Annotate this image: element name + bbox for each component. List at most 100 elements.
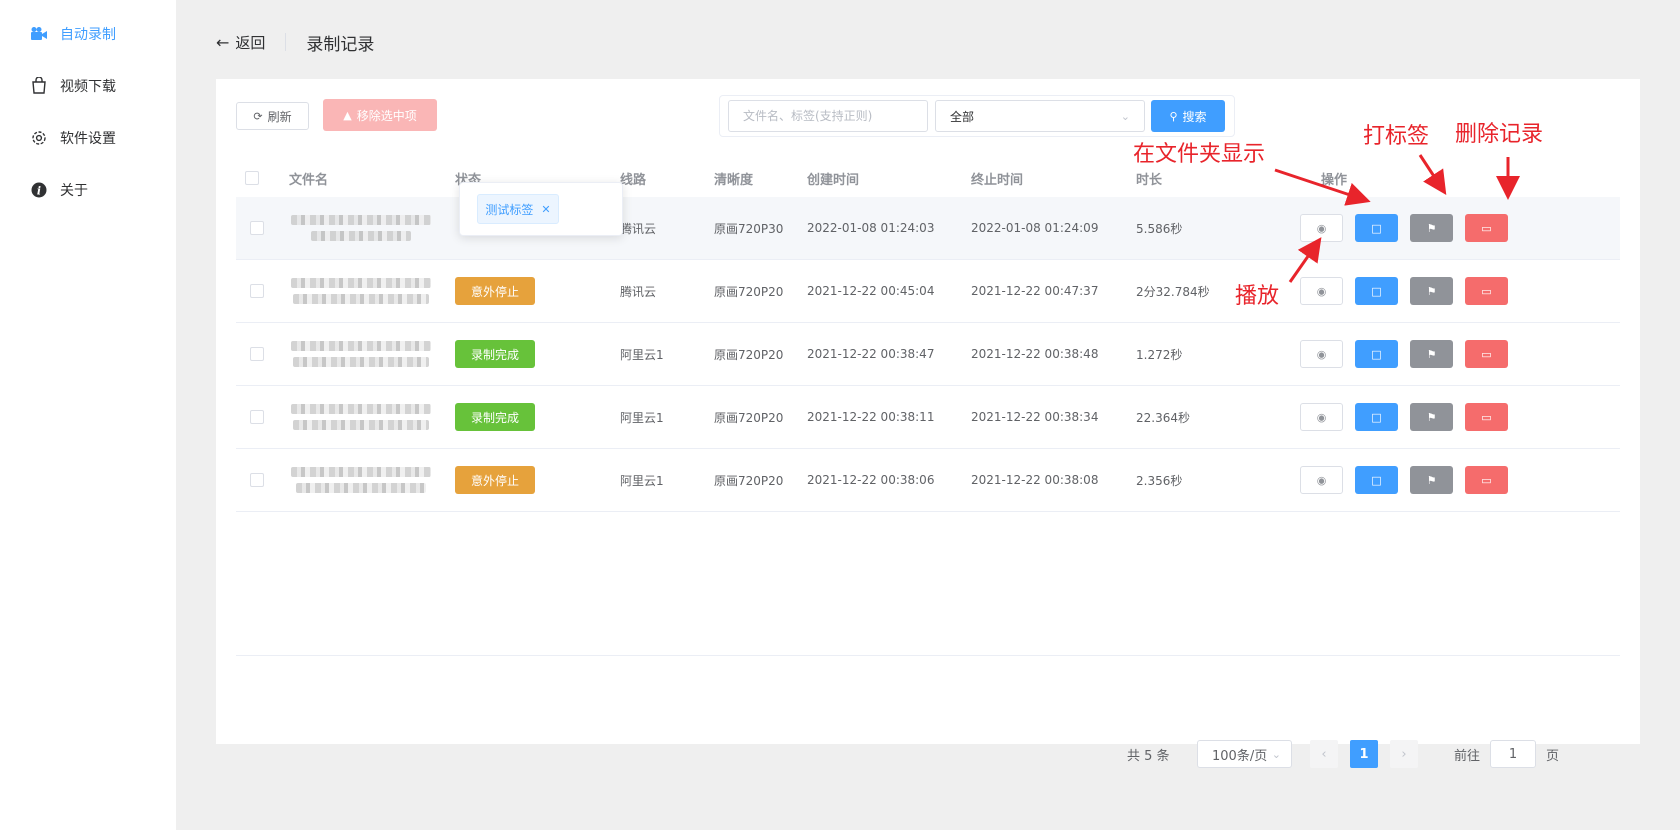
page-size-value: 100条/页 bbox=[1212, 748, 1268, 764]
back-label: 返回 bbox=[235, 33, 266, 52]
play-button[interactable]: ◉ bbox=[1300, 403, 1343, 431]
back-button[interactable]: ← 返回 bbox=[216, 32, 265, 53]
tag-button[interactable]: ⚑ bbox=[1410, 277, 1453, 305]
page-number-button[interactable]: 1 bbox=[1350, 740, 1378, 768]
annotation-tag: 打标签 bbox=[1363, 124, 1430, 149]
row-checkbox[interactable] bbox=[250, 410, 264, 424]
search-label: 搜索 bbox=[1182, 109, 1207, 124]
file-name-blurred bbox=[291, 197, 431, 259]
route-cell: 阿里云1 bbox=[620, 473, 664, 488]
tag-chip[interactable]: 测试标签 ✕ bbox=[477, 194, 559, 224]
flag-icon: ⚑ bbox=[1426, 284, 1437, 298]
play-button[interactable]: ◉ bbox=[1300, 466, 1343, 494]
chevron-down-icon: ⌄ bbox=[1120, 109, 1130, 123]
records-card: ⟳ 刷新 ▲ 移除选中项 全部 ⌄ ⚲ 搜索 文件名 状态 线路 清晰度 创建时… bbox=[216, 79, 1640, 744]
prev-page-button[interactable]: ‹ bbox=[1310, 740, 1338, 768]
flag-icon: ⚑ bbox=[1426, 347, 1437, 361]
flag-icon: ⚑ bbox=[1426, 410, 1437, 424]
table-row[interactable]: 录制完成 阿里云1 原画720P20 2021-12-22 00:38:47 2… bbox=[236, 323, 1620, 386]
tag-button[interactable]: ⚑ bbox=[1410, 403, 1453, 431]
show-in-folder-button[interactable]: □ bbox=[1355, 340, 1398, 368]
row-actions: ◉ □ ⚑ ▭ bbox=[1300, 323, 1508, 385]
table-row[interactable]: 录制完成 阿里云1 原画720P20 2021-12-22 00:38:11 2… bbox=[236, 386, 1620, 449]
refresh-button[interactable]: ⟳ 刷新 bbox=[236, 102, 309, 130]
goto-label: 前往 bbox=[1454, 748, 1481, 764]
ended-cell: 2021-12-22 00:38:48 bbox=[971, 347, 1099, 361]
close-icon[interactable]: ✕ bbox=[541, 203, 550, 216]
sidebar-item-video-download[interactable]: 视频下载 bbox=[30, 74, 116, 98]
route-cell: 阿里云1 bbox=[620, 347, 664, 362]
row-checkbox[interactable] bbox=[250, 221, 264, 235]
quality-cell: 原画720P20 bbox=[714, 347, 784, 362]
flag-icon: ⚑ bbox=[1426, 221, 1437, 235]
page-unit-label: 页 bbox=[1546, 748, 1560, 764]
file-name-blurred bbox=[291, 386, 431, 448]
pagination-total: 共 5 条 bbox=[1127, 748, 1170, 764]
eye-icon: ◉ bbox=[1316, 473, 1327, 487]
delete-button[interactable]: ▭ bbox=[1465, 403, 1508, 431]
play-button[interactable]: ◉ bbox=[1300, 214, 1343, 242]
goto-page-input[interactable] bbox=[1490, 740, 1536, 768]
chevron-right-icon: › bbox=[1401, 746, 1407, 762]
pagination: 共 5 条 100条/页 ⌄ ‹ 1 › 前往 页 bbox=[176, 740, 1680, 768]
show-in-folder-button[interactable]: □ bbox=[1355, 277, 1398, 305]
eye-icon: ◉ bbox=[1316, 221, 1327, 235]
tag-button[interactable]: ⚑ bbox=[1410, 340, 1453, 368]
created-cell: 2022-01-08 01:24:03 bbox=[807, 221, 935, 235]
refresh-label: 刷新 bbox=[267, 109, 292, 124]
status-filter-select[interactable]: 全部 ⌄ bbox=[935, 100, 1145, 132]
camera-icon bbox=[30, 25, 48, 43]
trash-icon: ▭ bbox=[1481, 284, 1492, 298]
show-in-folder-button[interactable]: □ bbox=[1355, 466, 1398, 494]
tag-button[interactable]: ⚑ bbox=[1410, 466, 1453, 494]
annotation-show-in-folder: 在文件夹显示 bbox=[1133, 142, 1266, 167]
remove-selected-button[interactable]: ▲ 移除选中项 bbox=[323, 99, 437, 131]
table-row[interactable]: 意外停止 阿里云1 原画720P20 2021-12-22 00:38:06 2… bbox=[236, 449, 1620, 512]
column-header[interactable]: 终止时间 bbox=[971, 159, 1023, 197]
quality-cell: 原画720P30 bbox=[714, 221, 784, 236]
delete-button[interactable]: ▭ bbox=[1465, 277, 1508, 305]
tag-popover: 测试标签 ✕ bbox=[459, 182, 623, 236]
duration-cell: 22.364秒 bbox=[1136, 410, 1190, 425]
duration-cell: 2分32.784秒 bbox=[1136, 284, 1210, 299]
column-header[interactable]: 文件名 bbox=[289, 159, 328, 197]
column-header[interactable]: 清晰度 bbox=[714, 159, 753, 197]
page-size-select[interactable]: 100条/页 ⌄ bbox=[1197, 740, 1292, 768]
table-row[interactable]: 腾讯云 原画720P30 2022-01-08 01:24:03 2022-01… bbox=[236, 197, 1620, 260]
next-page-button[interactable]: › bbox=[1390, 740, 1418, 768]
annotation-delete: 删除记录 bbox=[1455, 122, 1544, 147]
trash-icon: ▭ bbox=[1481, 410, 1492, 424]
search-input[interactable] bbox=[728, 100, 928, 132]
show-in-folder-button[interactable]: □ bbox=[1355, 214, 1398, 242]
play-button[interactable]: ◉ bbox=[1300, 340, 1343, 368]
column-header[interactable]: 线路 bbox=[620, 159, 646, 197]
tag-button[interactable]: ⚑ bbox=[1410, 214, 1453, 242]
ended-cell: 2021-12-22 00:47:37 bbox=[971, 284, 1099, 298]
search-button[interactable]: ⚲ 搜索 bbox=[1151, 100, 1225, 132]
sidebar-item-label: 软件设置 bbox=[60, 131, 116, 147]
row-checkbox[interactable] bbox=[250, 284, 264, 298]
trash-icon: ▲ bbox=[343, 108, 352, 122]
quality-cell: 原画720P20 bbox=[714, 410, 784, 425]
select-all-checkbox[interactable] bbox=[245, 171, 259, 185]
delete-button[interactable]: ▭ bbox=[1465, 466, 1508, 494]
column-header[interactable]: 创建时间 bbox=[807, 159, 859, 197]
sidebar-item-about[interactable]: i 关于 bbox=[30, 178, 88, 202]
row-checkbox[interactable] bbox=[250, 347, 264, 361]
show-in-folder-button[interactable]: □ bbox=[1355, 403, 1398, 431]
play-button[interactable]: ◉ bbox=[1300, 277, 1343, 305]
route-cell: 腾讯云 bbox=[620, 284, 657, 299]
delete-button[interactable]: ▭ bbox=[1465, 340, 1508, 368]
sidebar-item-auto-record[interactable]: 自动录制 bbox=[30, 22, 116, 46]
eye-icon: ◉ bbox=[1316, 284, 1327, 298]
row-actions: ◉ □ ⚑ ▭ bbox=[1300, 260, 1508, 322]
sidebar-item-settings[interactable]: 软件设置 bbox=[30, 126, 116, 150]
flag-icon: ⚑ bbox=[1426, 473, 1437, 487]
delete-button[interactable]: ▭ bbox=[1465, 214, 1508, 242]
folder-icon: □ bbox=[1371, 221, 1382, 235]
folder-icon: □ bbox=[1371, 284, 1382, 298]
row-checkbox[interactable] bbox=[250, 473, 264, 487]
table-row[interactable]: 意外停止 腾讯云 原画720P20 2021-12-22 00:45:04 20… bbox=[236, 260, 1620, 323]
download-bag-icon bbox=[30, 77, 48, 95]
ended-cell: 2022-01-08 01:24:09 bbox=[971, 221, 1099, 235]
